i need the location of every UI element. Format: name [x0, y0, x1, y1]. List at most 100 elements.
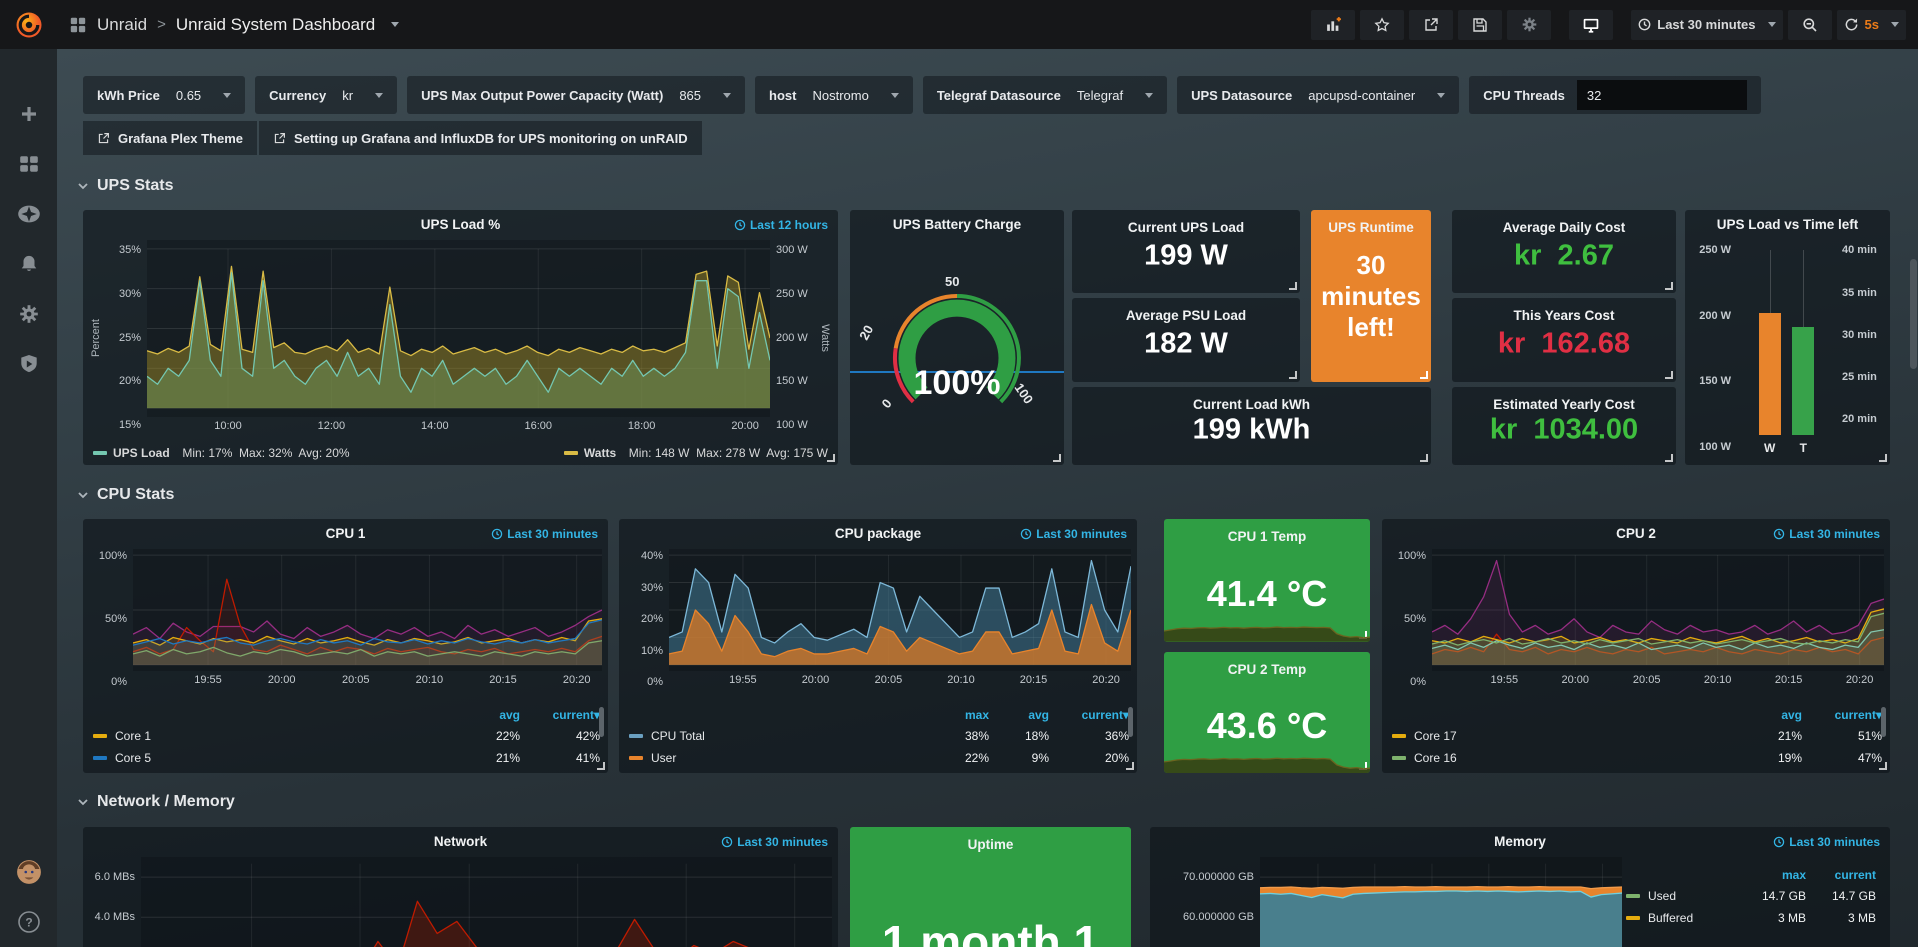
panel-title[interactable]: Current UPS Load — [1128, 220, 1244, 235]
panel-title[interactable]: UPS Runtime — [1328, 220, 1414, 235]
legend-col-header[interactable]: current▾ — [1802, 708, 1882, 722]
legend-row[interactable]: CPU Total 38% 18% 36% — [629, 725, 1129, 747]
legend-row[interactable]: Core 5 21% 41% — [93, 747, 600, 769]
sidebar-item-explore[interactable] — [0, 189, 57, 239]
panel-title[interactable]: Memory — [1494, 834, 1546, 849]
sidebar-item-alerting[interactable] — [0, 239, 57, 289]
legend-col-header[interactable]: current▾ — [1049, 708, 1129, 722]
panel-title[interactable]: CPU 1 — [326, 526, 366, 541]
legend-scrollbar[interactable] — [599, 707, 604, 737]
cpu-2-chart[interactable] — [1432, 549, 1884, 671]
cpu-threads-input[interactable] — [1577, 80, 1747, 110]
legend-row[interactable]: Core 17 21% 51% — [1392, 725, 1882, 747]
cpu-package-chart[interactable] — [669, 549, 1131, 671]
legend-col-header[interactable]: current▾ — [520, 708, 600, 722]
variable-dropdown[interactable]: host Nostromo — [755, 76, 913, 114]
legend-scrollbar[interactable] — [1128, 707, 1133, 737]
series-label[interactable]: UPS Load — [113, 446, 170, 460]
variable-value[interactable]: 865 — [679, 88, 701, 103]
network-chart[interactable] — [141, 857, 832, 947]
series-label[interactable]: User — [651, 751, 929, 765]
panel-time-range[interactable]: Last 30 minutes — [1773, 527, 1880, 541]
memory-chart[interactable] — [1260, 857, 1622, 947]
dashboard-settings-button[interactable] — [1507, 10, 1551, 40]
series-label[interactable]: CPU Total — [651, 729, 929, 743]
legend-row[interactable]: Core 16 19% 47% — [1392, 747, 1882, 769]
variable-dropdown[interactable]: UPS Max Output Power Capacity (Watt) 865 — [407, 76, 745, 114]
zoom-out-button[interactable] — [1788, 10, 1832, 40]
panel-time-range[interactable]: Last 30 minutes — [721, 835, 828, 849]
legend-col-header[interactable]: max — [929, 708, 989, 722]
series-label[interactable]: Watts — [584, 446, 616, 460]
share-button[interactable] — [1409, 10, 1453, 40]
sidebar-item-dashboards[interactable] — [0, 139, 57, 189]
series-label[interactable]: Used — [1648, 889, 1736, 903]
dashboard-link-label[interactable]: Setting up Grafana and InfluxDB for UPS … — [294, 131, 688, 146]
save-button[interactable] — [1458, 10, 1502, 40]
series-label[interactable]: Core 17 — [1414, 729, 1742, 743]
page-scrollbar-thumb[interactable] — [1910, 259, 1917, 369]
panel-title[interactable]: Network — [434, 834, 487, 849]
panel-title[interactable]: CPU 2 — [1616, 526, 1656, 541]
ups-load-chart[interactable] — [147, 240, 770, 417]
series-label[interactable]: Core 5 — [115, 751, 460, 765]
legend-col-header[interactable]: current — [1806, 868, 1876, 882]
legend-item[interactable]: UPS Load Min: 17% Max: 32% Avg: 20% — [93, 446, 350, 460]
dashboard-title-caret-icon[interactable] — [391, 22, 399, 27]
variable-dropdown[interactable]: Currency kr — [255, 76, 397, 114]
panel-title[interactable]: Average Daily Cost — [1503, 220, 1626, 235]
panel-title[interactable]: UPS Load % — [421, 217, 501, 232]
variable-dropdown[interactable]: kWh Price 0.65 — [83, 76, 245, 114]
panel-title[interactable]: CPU 2 Temp — [1228, 662, 1307, 677]
legend-item[interactable]: Watts Min: 148 W Max: 278 W Avg: 175 W — [564, 446, 828, 460]
dashboard-title[interactable]: Unraid System Dashboard — [176, 15, 375, 35]
panel-time-range[interactable]: Last 30 minutes — [1773, 835, 1880, 849]
refresh-interval[interactable]: 5s — [1865, 17, 1879, 32]
legend-row[interactable]: Used 14.7 GB 14.7 GB — [1626, 885, 1876, 907]
panel-title[interactable]: This Years Cost — [1513, 308, 1614, 323]
legend-row[interactable]: Buffered 3 MB 3 MB — [1626, 907, 1876, 929]
sidebar-item-help[interactable]: ? — [0, 897, 57, 947]
panel-title[interactable]: CPU 1 Temp — [1228, 529, 1307, 544]
section-network-memory[interactable]: Network / Memory — [77, 793, 235, 811]
sidebar-item-server-admin[interactable] — [0, 339, 57, 389]
panel-time-range[interactable]: Last 30 minutes — [491, 527, 598, 541]
dashboard-link[interactable]: Grafana Plex Theme — [83, 121, 257, 155]
section-cpu-stats[interactable]: CPU Stats — [77, 486, 174, 504]
series-label[interactable]: Core 16 — [1414, 751, 1742, 765]
variable-value[interactable]: Nostromo — [812, 88, 868, 103]
grafana-logo[interactable] — [0, 0, 57, 49]
time-range-picker[interactable]: Last 30 minutes — [1631, 10, 1782, 40]
legend-row[interactable]: User 22% 9% 20% — [629, 747, 1129, 769]
variable-dropdown[interactable]: Telegraf Datasource Telegraf — [923, 76, 1167, 114]
star-button[interactable] — [1360, 10, 1404, 40]
panel-time-range[interactable]: Last 12 hours — [734, 218, 828, 232]
variable-value[interactable]: Telegraf — [1077, 88, 1123, 103]
legend-col-header[interactable]: avg — [989, 708, 1049, 722]
panel-title[interactable]: Current Load kWh — [1193, 397, 1310, 412]
sidebar-item-create[interactable] — [0, 89, 57, 139]
bar-chart[interactable]: WT — [1737, 244, 1836, 455]
cpu-1-chart[interactable] — [133, 549, 602, 671]
panel-title[interactable]: CPU package — [835, 526, 921, 541]
bar[interactable] — [1792, 327, 1814, 435]
legend-col-header[interactable]: avg — [460, 708, 520, 722]
variable-value[interactable]: apcupsd-container — [1308, 88, 1415, 103]
variable-value[interactable]: kr — [342, 88, 353, 103]
series-label[interactable]: Core 1 — [115, 729, 460, 743]
refresh-button[interactable]: 5s — [1837, 10, 1906, 40]
legend-col-header[interactable]: max — [1736, 868, 1806, 882]
page-scrollbar[interactable] — [1910, 49, 1917, 947]
cycle-view-button[interactable] — [1569, 10, 1613, 40]
sidebar-item-profile[interactable] — [0, 847, 57, 897]
legend-scrollbar[interactable] — [1881, 707, 1886, 737]
legend-col-header[interactable]: avg — [1742, 708, 1802, 722]
panel-title[interactable]: Uptime — [968, 837, 1014, 852]
panel-title[interactable]: UPS Load vs Time left — [1717, 217, 1859, 232]
legend-row[interactable]: Core 1 22% 42% — [93, 725, 600, 747]
dashboard-link-label[interactable]: Grafana Plex Theme — [118, 131, 243, 146]
bar[interactable] — [1759, 313, 1781, 435]
panel-time-range[interactable]: Last 30 minutes — [1020, 527, 1127, 541]
panel-title[interactable]: Estimated Yearly Cost — [1493, 397, 1635, 412]
add-panel-button[interactable] — [1311, 10, 1355, 40]
